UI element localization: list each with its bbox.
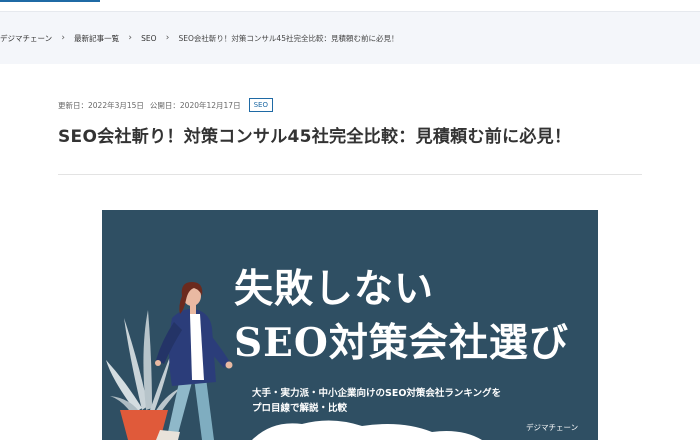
hero-brand-logo: デジマチェーン	[526, 423, 579, 432]
published-date: 公開日：2020年12月17日	[149, 100, 241, 110]
breadcrumb-item-latest[interactable]: 最新記事一覧	[74, 33, 119, 44]
title-divider	[58, 174, 642, 175]
category-tag[interactable]: SEO	[248, 98, 273, 112]
chevron-right-icon: ›	[165, 33, 170, 43]
breadcrumb-item-seo[interactable]: SEO	[141, 34, 156, 43]
article-meta: 更新日：2022年3月15日 公開日：2020年12月17日 SEO	[58, 98, 273, 112]
breadcrumb-current: SEO会社斬り！対策コンサル45社完全比較：見積頼む前に必見！	[178, 33, 399, 43]
hero-subtitle-line-1: 大手・実力派・中小企業向けのSEO対策会社ランキングを	[252, 388, 502, 399]
chevron-right-icon: ›	[128, 33, 132, 43]
hero-subtitle: 大手・実力派・中小企業向けのSEO対策会社ランキングを プロ目線で解説・比較	[252, 386, 592, 416]
page-title: SEO会社斬り！対策コンサル45社完全比較：見積頼む前に必見！	[58, 127, 572, 147]
hero-subtitle-line-2: プロ目線で解説・比較	[252, 403, 348, 414]
breadcrumb-item-home[interactable]: デジマチェーン	[0, 33, 52, 44]
hero-headline-line-1: 失敗しない	[234, 266, 435, 312]
cloud-illustration	[252, 420, 482, 440]
plant-illustration	[106, 310, 180, 440]
woman-illustration	[155, 282, 233, 440]
updated-date: 更新日：2022年3月15日	[58, 100, 144, 110]
chevron-right-icon: ›	[61, 33, 65, 43]
hero-image: 失敗しない SEO対策会社選び 大手・実力派・中小企業向けのSEO対策会社ランキ…	[102, 210, 598, 440]
breadcrumb: デジマチェーン › 最新記事一覧 › SEO › SEO会社斬り！対策コンサル4…	[0, 31, 398, 45]
header-accent-line	[0, 0, 100, 2]
hero-headline-line-2: SEO対策会社選び	[234, 320, 569, 366]
hero-headline: 失敗しない SEO対策会社選び	[234, 262, 594, 370]
